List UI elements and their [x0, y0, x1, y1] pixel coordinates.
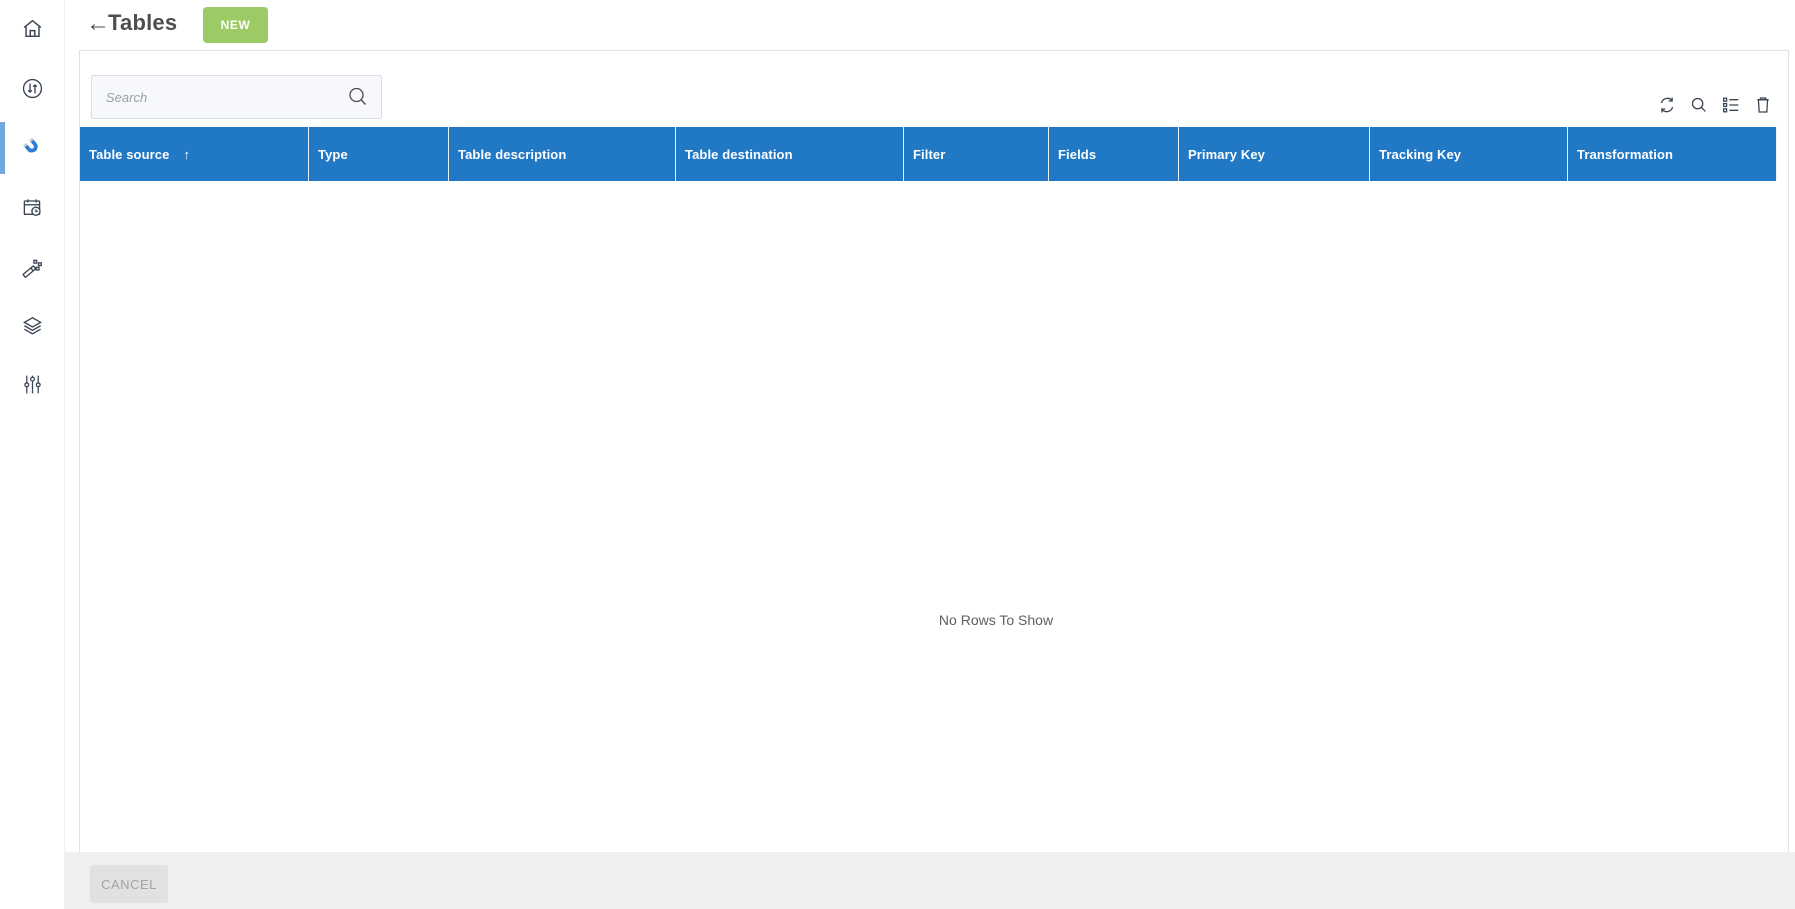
sidebar-item-layers[interactable]: [0, 300, 65, 352]
page: ← Tables NEW: [0, 0, 1795, 909]
back-arrow-icon[interactable]: ←: [86, 8, 110, 40]
sidebar-item-magnet[interactable]: [0, 121, 65, 173]
calendar-clock-icon: [20, 196, 45, 221]
sync-arrows-icon: [20, 76, 45, 101]
column-header-type[interactable]: Type: [309, 127, 449, 181]
delete-icon: [1752, 94, 1774, 116]
cancel-button[interactable]: CANCEL: [90, 865, 168, 903]
grid-body: No Rows To Show: [80, 181, 1788, 852]
sidebar-item-sync[interactable]: [0, 62, 65, 114]
column-header-table-destination[interactable]: Table destination: [676, 127, 904, 181]
search-input[interactable]: [91, 75, 382, 119]
sidebar: [0, 0, 65, 909]
app-header: ← Tables NEW: [65, 0, 1795, 50]
page-title: Tables: [108, 10, 177, 36]
sliders-icon: [20, 372, 45, 397]
magnet-icon: [20, 135, 45, 160]
tables-panel: Table source ↑ Type Table description Table …: [79, 50, 1789, 852]
column-header-table-source[interactable]: Table source ↑: [80, 127, 309, 181]
sidebar-item-wand[interactable]: [0, 242, 65, 294]
column-label: Type: [318, 147, 348, 162]
list-view-icon: [1720, 94, 1742, 116]
find-button[interactable]: [1687, 93, 1710, 116]
magic-wand-icon: [20, 256, 45, 281]
refresh-button[interactable]: [1655, 93, 1678, 116]
column-label: Transformation: [1577, 147, 1673, 162]
column-label: Filter: [913, 147, 945, 162]
column-label: Table destination: [685, 147, 793, 162]
column-header-transformation[interactable]: Transformation: [1568, 127, 1777, 181]
refresh-icon: [1656, 94, 1678, 116]
search-box: [91, 75, 382, 119]
delete-button[interactable]: [1751, 93, 1774, 116]
new-button[interactable]: NEW: [203, 7, 268, 43]
column-header-tracking-key[interactable]: Tracking Key: [1370, 127, 1568, 181]
column-label: Table description: [458, 147, 566, 162]
list-view-button[interactable]: [1719, 93, 1742, 116]
sidebar-item-schedule[interactable]: [0, 182, 65, 234]
column-label: Fields: [1058, 147, 1096, 162]
sort-ascending-icon: ↑: [183, 147, 190, 162]
column-label: Primary Key: [1188, 147, 1265, 162]
sidebar-item-home[interactable]: [0, 2, 65, 54]
column-label: Table source: [89, 147, 169, 162]
column-header-filter[interactable]: Filter: [904, 127, 1049, 181]
search-icon: [1688, 94, 1710, 116]
grid-toolbar-actions: [1655, 93, 1774, 116]
sidebar-item-settings[interactable]: [0, 358, 65, 410]
layers-icon: [20, 314, 45, 339]
column-header-fields[interactable]: Fields: [1049, 127, 1179, 181]
column-header-primary-key[interactable]: Primary Key: [1179, 127, 1370, 181]
column-header-table-description[interactable]: Table description: [449, 127, 676, 181]
grid-header-row: Table source ↑ Type Table description Table …: [80, 127, 1777, 181]
home-icon: [20, 16, 45, 41]
footer-bar: CANCEL: [65, 852, 1795, 909]
empty-state-message: No Rows To Show: [939, 612, 1053, 628]
search-icon[interactable]: [346, 85, 370, 109]
column-label: Tracking Key: [1379, 147, 1461, 162]
